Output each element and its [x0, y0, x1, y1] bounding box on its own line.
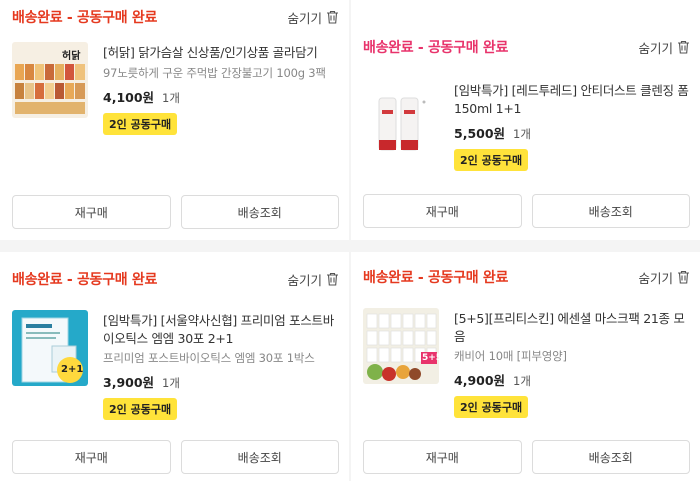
track-delivery-button[interactable]: 배송조회	[531, 194, 690, 228]
order-actions: 재구매 배송조회	[363, 194, 690, 228]
trash-icon	[327, 272, 338, 286]
product-title[interactable]: [5+5][프리티스킨] 에센셜 마스크팩 21종 모음	[454, 310, 690, 346]
order-status: 배송완료 - 공동구매 완료	[363, 270, 509, 286]
reorder-button[interactable]: 재구매	[363, 440, 522, 474]
product-price: 4,100원	[103, 90, 155, 105]
hide-button[interactable]: 숨기기	[287, 8, 339, 27]
order-card-red-to-red: 배송완료 - 공동구매 완료 숨기기 [임박특가] [레드투레드] 안티더스트 …	[351, 30, 700, 240]
track-delivery-button[interactable]: 배송조회	[180, 195, 339, 229]
price-row: 4,100원 1개	[103, 87, 339, 106]
product-info: [임박특가] [레드투레드] 안티더스트 클렌징 폼 150ml 1+1 5,5…	[454, 82, 690, 171]
group-buy-badge: 2인 공동구매	[454, 149, 529, 171]
order-card-postbiotics: 배송완료 - 공동구매 완료 숨기기 2+1 [임박특가] [서울약사신협] 프…	[0, 252, 349, 481]
product-thumbnail[interactable]: 2+1	[12, 310, 88, 386]
hide-label: 숨기기	[638, 270, 673, 286]
order-header: 배송완료 - 공동구매 완료 숨기기	[363, 266, 690, 288]
trash-icon	[678, 270, 689, 284]
hide-button[interactable]: 숨기기	[638, 268, 690, 287]
order-actions: 재구매 배송조회	[363, 440, 690, 474]
hide-label: 숨기기	[638, 40, 673, 56]
product-price: 5,500원	[454, 126, 506, 141]
price-row: 5,500원 1개	[454, 123, 690, 142]
order-status: 배송완료 - 공동구매 완료	[12, 272, 158, 288]
product-quantity: 1개	[162, 91, 180, 105]
price-row: 4,900원 1개	[454, 370, 690, 389]
product-title[interactable]: [허닭] 닭가슴살 신상품/인기상품 골라담기	[103, 44, 339, 62]
product-quantity: 1개	[513, 374, 531, 388]
product-title[interactable]: [임박특가] [레드투레드] 안티더스트 클렌징 폼 150ml 1+1	[454, 82, 690, 118]
product-thumbnail[interactable]: 5+5	[363, 308, 439, 384]
product-info: [허닭] 닭가슴살 신상품/인기상품 골라담기 97노릇하게 구운 주먹밥 간장…	[103, 44, 339, 135]
order-card-honeydak: 배송완료 - 공동구매 완료 숨기기 허닭 [허닭] 닭가슴살 신상품/인기상품…	[0, 0, 349, 240]
trash-icon	[327, 10, 338, 24]
product-option: 97노릇하게 구운 주먹밥 간장불고기 100g 3팩	[103, 66, 326, 80]
product-quantity: 1개	[162, 376, 180, 390]
reorder-button[interactable]: 재구매	[363, 194, 522, 228]
trash-icon	[678, 40, 689, 54]
track-delivery-button[interactable]: 배송조회	[531, 440, 690, 474]
product-title[interactable]: [임박특가] [서울약사신협] 프리미엄 포스트바이오틱스 엠엠 30포 2+1	[103, 312, 339, 348]
product-thumbnail[interactable]: 허닭	[12, 42, 88, 118]
product-option: 프리미엄 포스트바이오틱스 엠엠 30포 1박스	[103, 351, 315, 365]
product-quantity: 1개	[513, 127, 531, 141]
order-status: 배송완료 - 공동구매 완료	[363, 40, 509, 56]
product-info: [임박특가] [서울약사신협] 프리미엄 포스트바이오틱스 엠엠 30포 2+1…	[103, 312, 339, 420]
thumb-logo: 허닭	[62, 51, 81, 62]
group-buy-badge: 2인 공동구매	[103, 398, 178, 420]
order-actions: 재구매 배송조회	[12, 195, 339, 229]
promo-tag: 2+1	[61, 364, 84, 375]
order-status: 배송완료 - 공동구매 완료	[12, 10, 158, 26]
hide-button[interactable]: 숨기기	[287, 270, 339, 289]
group-buy-badge: 2인 공동구매	[454, 396, 529, 418]
hide-label: 숨기기	[287, 272, 322, 288]
promo-tag: 5+5	[422, 353, 439, 363]
product-info: [5+5][프리티스킨] 에센셜 마스크팩 21종 모음 캐비어 10매 [피부…	[454, 310, 690, 418]
group-buy-badge: 2인 공동구매	[103, 113, 178, 135]
order-header: 배송완료 - 공동구매 완료 숨기기	[363, 36, 690, 58]
hide-button[interactable]: 숨기기	[638, 38, 690, 57]
product-price: 4,900원	[454, 373, 506, 388]
hide-label: 숨기기	[287, 10, 322, 26]
product-price: 3,900원	[103, 375, 155, 390]
order-header: 배송완료 - 공동구매 완료 숨기기	[12, 268, 339, 290]
track-delivery-button[interactable]: 배송조회	[180, 440, 339, 474]
product-thumbnail[interactable]	[363, 84, 439, 160]
reorder-button[interactable]: 재구매	[12, 195, 171, 229]
price-row: 3,900원 1개	[103, 372, 339, 391]
order-card-mask-pack: 배송완료 - 공동구매 완료 숨기기 5+5 [5+5][프리티스킨] 에센셜 …	[351, 252, 700, 481]
order-header: 배송완료 - 공동구매 완료 숨기기	[12, 6, 339, 28]
product-option: 캐비어 10매 [피부영양]	[454, 349, 567, 363]
reorder-button[interactable]: 재구매	[12, 440, 171, 474]
order-actions: 재구매 배송조회	[12, 440, 339, 474]
